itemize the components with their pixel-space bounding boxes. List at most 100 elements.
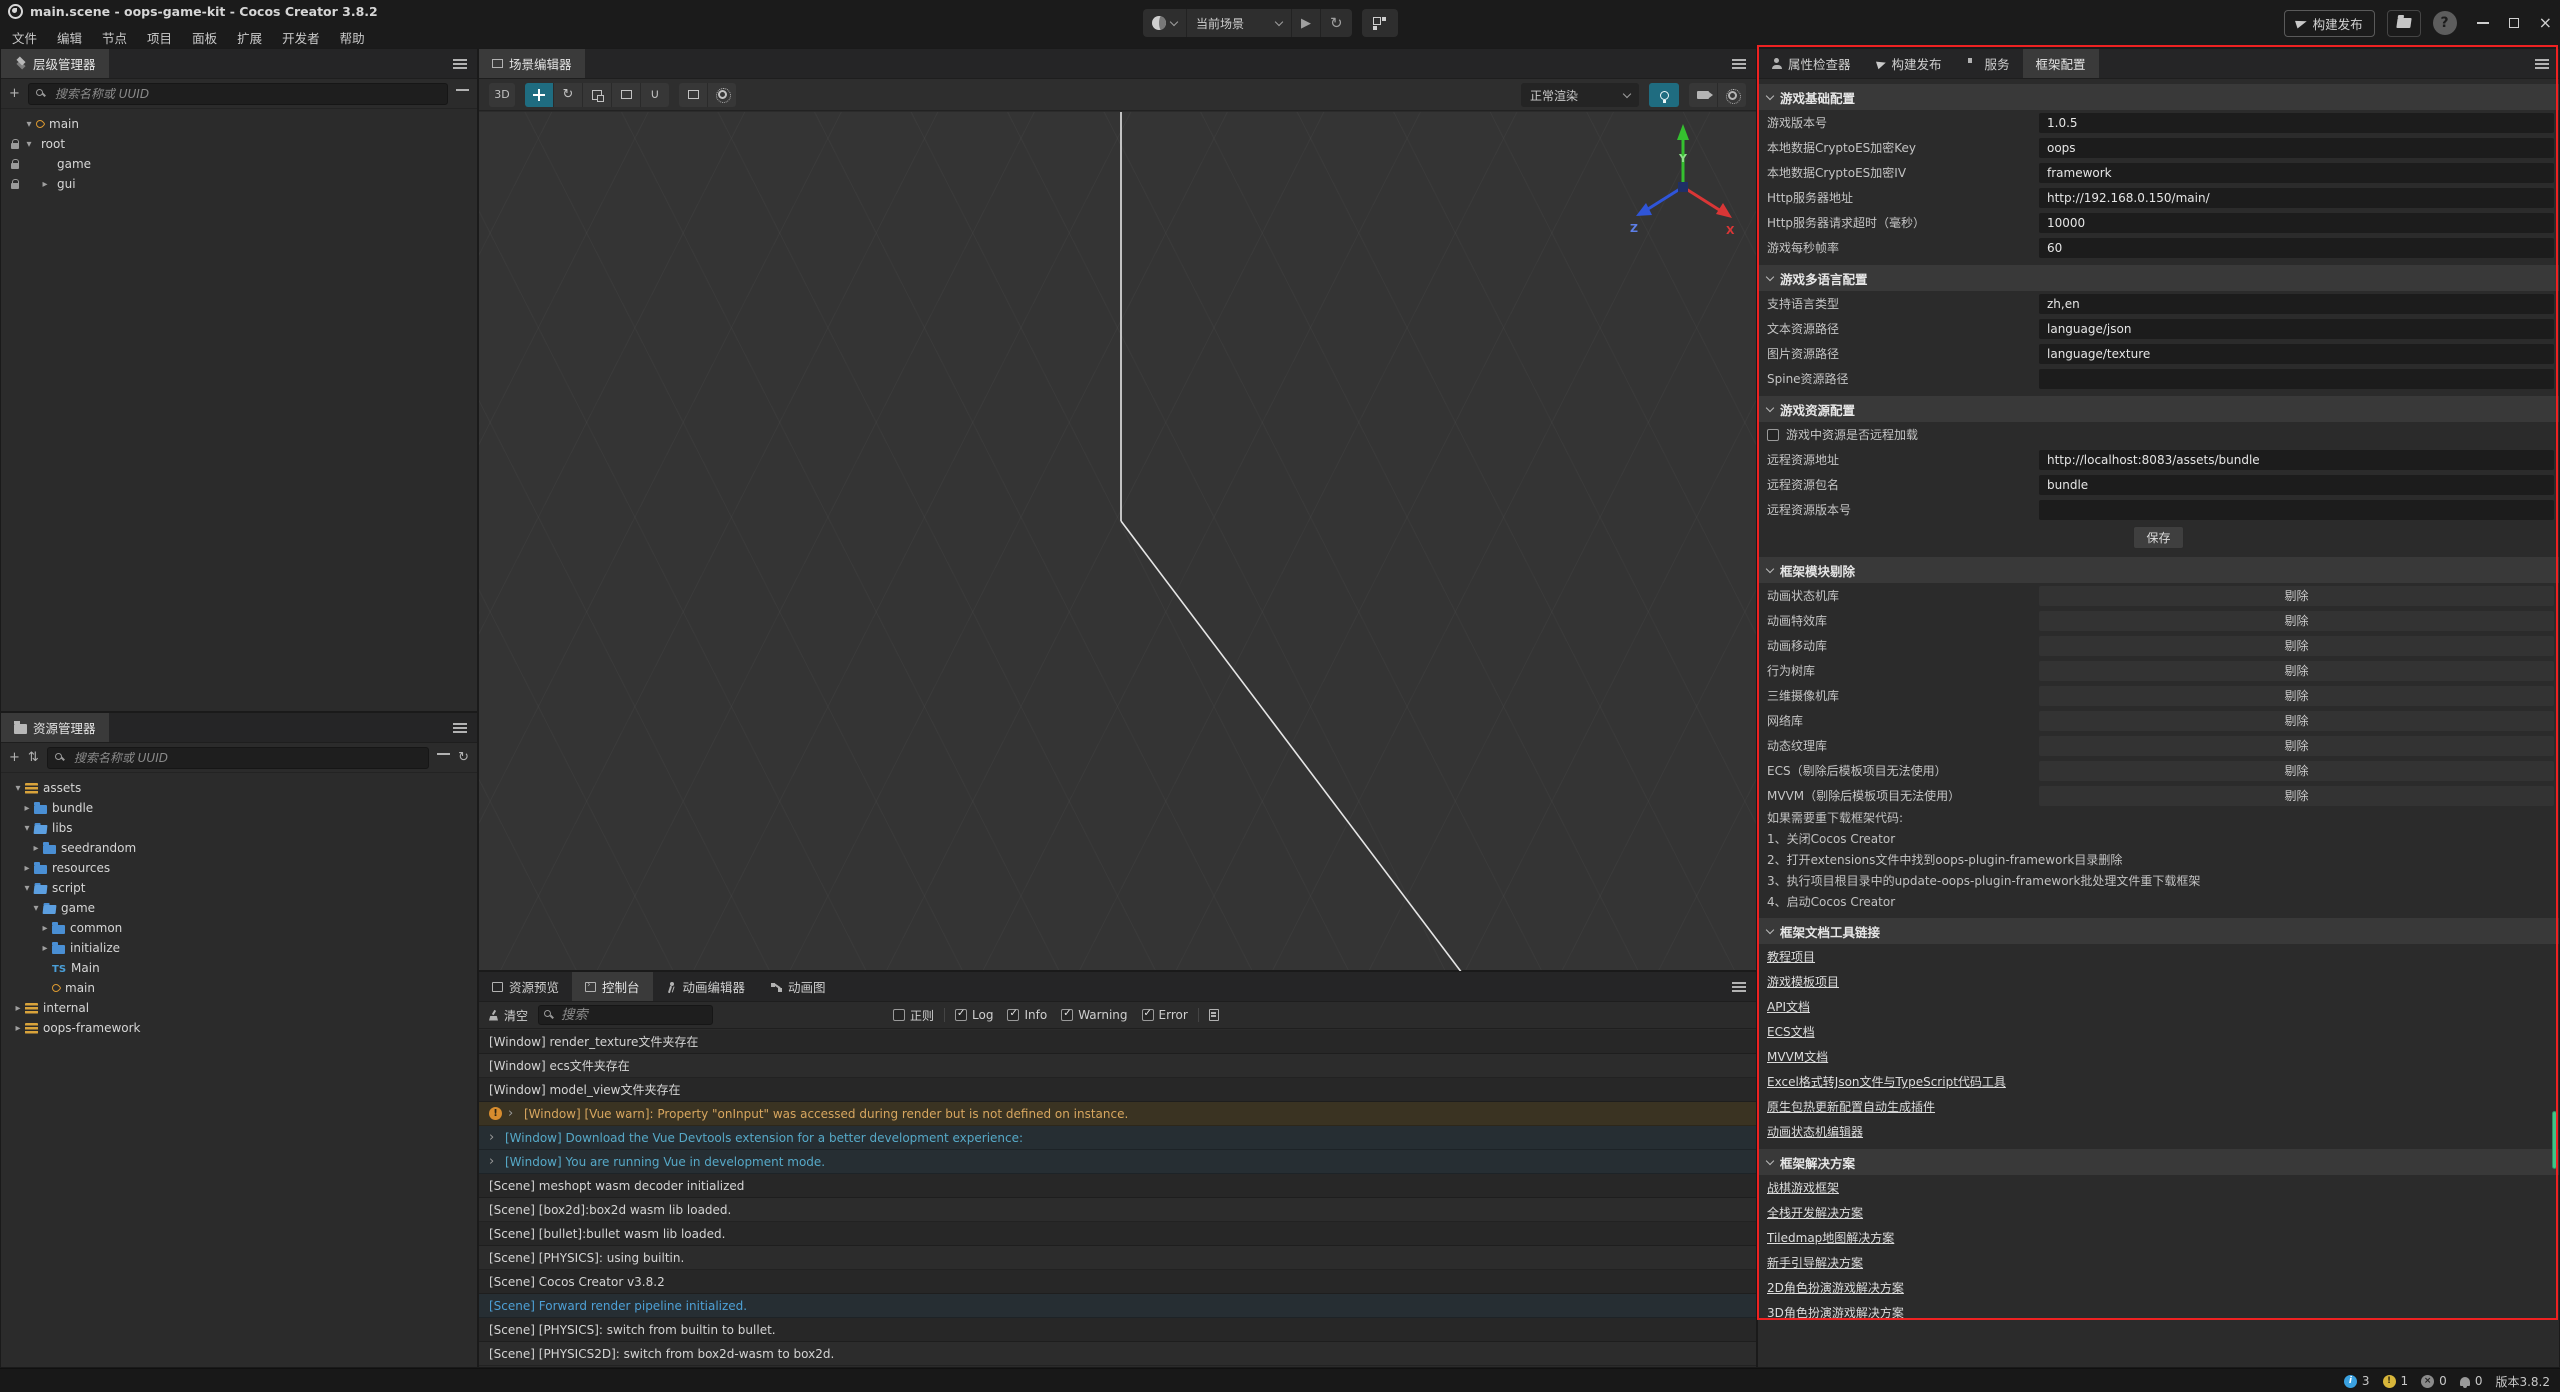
field-input[interactable] [2039, 500, 2554, 520]
log-row[interactable]: › [Window] You are running Vue in develo… [479, 1150, 1756, 1174]
filter-icon[interactable] [456, 88, 469, 99]
menu-help[interactable]: 帮助 [330, 25, 375, 50]
field-input[interactable]: 1.0.5 [2039, 113, 2554, 133]
lock-icon[interactable] [11, 143, 19, 149]
log-row[interactable]: › [Window] Download the Vue Devtools ext… [479, 1126, 1756, 1150]
doc-link[interactable]: ECS文档 [1767, 1023, 1815, 1040]
menu-file[interactable]: 文件 [2, 25, 47, 50]
doc-link[interactable]: 动画状态机编辑器 [1767, 1123, 1863, 1140]
close-button[interactable]: × [2539, 15, 2552, 31]
expand-arrow-icon[interactable] [38, 923, 52, 934]
tab-build[interactable]: 构建发布 [1864, 49, 1955, 78]
tab-hierarchy[interactable]: 层级管理器 [1, 49, 109, 78]
save-button[interactable]: 保存 [2133, 526, 2183, 549]
solution-link[interactable]: 2D角色扮演游戏解决方案 [1767, 1279, 1904, 1296]
panel-menu-icon[interactable] [1732, 59, 1746, 70]
hierarchy-search-input[interactable] [28, 83, 448, 105]
clear-console-button[interactable]: 清空 [489, 1007, 528, 1024]
solution-link[interactable]: 新手引导解决方案 [1767, 1254, 1863, 1271]
log-row[interactable]: [Scene] [PHYSICS]: using builtin. [479, 1246, 1756, 1270]
lock-icon[interactable] [11, 183, 19, 189]
log-row[interactable]: [Window] model_view文件夹存在 [479, 1078, 1756, 1102]
menu-node[interactable]: 节点 [92, 25, 137, 50]
expand-arrow-icon[interactable] [22, 119, 36, 130]
warning-count[interactable]: ! 1 [2383, 1374, 2409, 1388]
reload-button[interactable]: ↻ [1321, 9, 1352, 37]
tab-assets[interactable]: 资源管理器 [1, 713, 109, 742]
field-input[interactable]: oops [2039, 138, 2554, 158]
create-node-button[interactable]: + [9, 87, 20, 100]
log-row[interactable]: [Scene] [bullet]:bullet wasm lib loaded. [479, 1222, 1756, 1246]
console-search-input[interactable] [538, 1005, 713, 1025]
section-language[interactable]: 游戏多语言配置 [1758, 265, 2559, 291]
lighting-toggle-button[interactable] [1649, 83, 1679, 107]
expand-arrow-icon[interactable] [20, 883, 34, 894]
tab-inspector[interactable]: 属性检查器 [1758, 49, 1864, 78]
scene-settings-button[interactable] [1718, 83, 1746, 107]
tab-animation-graph[interactable]: 动画图 [758, 972, 839, 1001]
asset-node[interactable]: Main [1, 958, 477, 978]
field-input[interactable]: language/json [2039, 319, 2554, 339]
expand-arrow-icon[interactable] [11, 1003, 25, 1014]
remove-module-button[interactable]: 剔除 [2039, 661, 2554, 681]
checkbox-icon[interactable] [1767, 429, 1779, 441]
log-row[interactable]: [Scene] [PHYSICS]: switch from builtin t… [479, 1318, 1756, 1342]
preview-qr-button[interactable] [1362, 9, 1398, 37]
panel-menu-icon[interactable] [2535, 59, 2549, 70]
log-filter-checkbox[interactable]: Log [955, 1008, 993, 1022]
tab-service[interactable]: 服务 [1955, 49, 2023, 78]
field-input[interactable]: 10000 [2039, 213, 2554, 233]
asset-node[interactable]: initialize [1, 938, 477, 958]
camera-settings-button[interactable] [1689, 83, 1717, 107]
remove-module-button[interactable]: 剔除 [2039, 786, 2554, 806]
remove-module-button[interactable]: 剔除 [2039, 586, 2554, 606]
field-input[interactable] [2039, 369, 2554, 389]
hierarchy-node[interactable]: game [1, 154, 477, 174]
expand-arrow-icon[interactable] [20, 863, 34, 874]
log-expander-icon[interactable]: › [508, 1106, 524, 1121]
doc-link[interactable]: API文档 [1767, 998, 1810, 1015]
doc-link[interactable]: 原生包热更新配置自动生成插件 [1767, 1098, 1935, 1115]
field-input[interactable]: bundle [2039, 475, 2554, 495]
menu-panel[interactable]: 面板 [182, 25, 227, 50]
log-filter-checkbox[interactable]: Warning [1061, 1008, 1127, 1022]
preview-platform-button[interactable] [1143, 9, 1186, 37]
doc-link[interactable]: 游戏模板项目 [1767, 973, 1839, 990]
help-button[interactable]: ? [2433, 11, 2457, 35]
preview-scene-select[interactable]: 当前场景 [1187, 9, 1291, 37]
doc-link[interactable]: MVVM文档 [1767, 1048, 1828, 1065]
asset-node[interactable]: script [1, 878, 477, 898]
log-row[interactable]: [Scene] [box2d]:box2d wasm lib loaded. [479, 1198, 1756, 1222]
expand-arrow-icon[interactable] [22, 139, 36, 150]
notification-count[interactable]: 0 [2460, 1374, 2483, 1388]
log-expander-icon[interactable]: › [489, 1154, 505, 1169]
log-expander-icon[interactable]: › [489, 1130, 505, 1145]
coordinate-toggle-button[interactable] [708, 83, 736, 107]
doc-link[interactable]: Excel格式转Json文件与TypeScript代码工具 [1767, 1073, 2006, 1090]
scene-viewport[interactable]: Y X Z [479, 112, 1756, 970]
log-filter-checkbox[interactable]: Info [1007, 1008, 1047, 1022]
expand-arrow-icon[interactable] [29, 843, 43, 854]
menu-extension[interactable]: 扩展 [227, 25, 272, 50]
expand-arrow-icon[interactable] [11, 783, 25, 794]
filter-icon[interactable] [437, 752, 450, 763]
asset-node[interactable]: resources [1, 858, 477, 878]
hierarchy-node[interactable]: main [1, 114, 477, 134]
panel-menu-icon[interactable] [453, 723, 467, 734]
tab-framework-config[interactable]: 框架配置 [2023, 49, 2099, 78]
section-resource[interactable]: 游戏资源配置 [1758, 396, 2559, 422]
log-row[interactable]: [Window] ecs文件夹存在 [479, 1054, 1756, 1078]
error-count[interactable]: × 0 [2421, 1374, 2447, 1388]
remove-module-button[interactable]: 剔除 [2039, 636, 2554, 656]
move-tool-button[interactable] [525, 83, 553, 107]
field-input[interactable]: framework [2039, 163, 2554, 183]
section-docs[interactable]: 框架文档工具链接 [1758, 918, 2559, 944]
expand-arrow-icon[interactable] [11, 1023, 25, 1034]
remove-module-button[interactable]: 剔除 [2039, 711, 2554, 731]
tab-scene-editor[interactable]: 场景编辑器 [479, 49, 585, 78]
log-row[interactable]: [Scene] meshopt wasm decoder initialized [479, 1174, 1756, 1198]
field-input[interactable]: zh,en [2039, 294, 2554, 314]
section-game-basic[interactable]: 游戏基础配置 [1758, 84, 2559, 110]
orientation-gizmo[interactable]: Y X Z [1608, 112, 1758, 262]
panel-menu-icon[interactable] [1732, 982, 1746, 993]
